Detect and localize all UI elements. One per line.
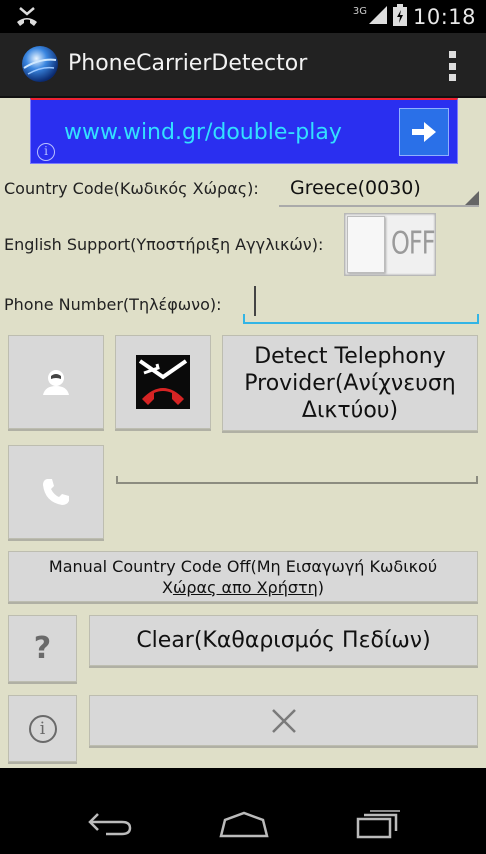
pick-contact-button[interactable] xyxy=(8,335,104,429)
clear-button-label: Clear(Καθαρισμός Πεδίων) xyxy=(136,628,431,653)
status-bar: 3G 10:18 xyxy=(0,0,486,33)
network-type: 3G xyxy=(352,5,367,17)
detect-button-line2: Provider(Ανίχνευση xyxy=(244,370,456,396)
manual-line2-part-a: Χ xyxy=(161,577,173,597)
detect-button-line3: Δικτύου) xyxy=(301,397,399,423)
call-button[interactable] xyxy=(8,445,104,539)
missed-call-icon xyxy=(14,6,40,28)
ad-url-text: www.wind.gr/double-play xyxy=(64,120,342,145)
recent-apps-icon[interactable] xyxy=(348,806,408,842)
country-code-spinner[interactable]: Greece(0030) xyxy=(279,173,479,207)
close-button[interactable] xyxy=(89,695,478,746)
english-support-toggle[interactable]: OFF xyxy=(344,213,436,276)
phone-handset-icon xyxy=(43,479,69,505)
arrow-right-icon[interactable] xyxy=(399,108,449,156)
toggle-state-text: OFF xyxy=(391,224,435,262)
detect-provider-button[interactable]: Detect Telephony Provider(Ανίχνευση Δικτ… xyxy=(222,335,478,431)
phone-number-label: Phone Number(Τηλέφωνο): xyxy=(4,295,222,314)
manual-country-code-button[interactable]: Manual Country Code Off(Μη Εισαγωγή Κωδι… xyxy=(8,551,478,602)
action-bar: PhoneCarrierDetector xyxy=(0,33,486,98)
input-edge-right xyxy=(477,314,479,322)
input-edge-left xyxy=(243,314,245,322)
help-button[interactable]: ? xyxy=(8,615,77,682)
call-reject-icon xyxy=(136,355,190,409)
ad-banner[interactable]: www.wind.gr/double-play i xyxy=(30,98,458,164)
text-caret xyxy=(254,286,256,316)
manual-button-line1: Manual Country Code Off(Μη Εισαγωγή Κωδι… xyxy=(48,556,438,576)
clock: 10:18 xyxy=(412,5,476,29)
result-text-field[interactable] xyxy=(116,476,478,484)
back-icon[interactable] xyxy=(80,806,140,842)
app-globe-icon[interactable] xyxy=(20,44,60,84)
close-x-icon xyxy=(271,708,296,733)
navigation-bar xyxy=(0,768,486,854)
contact-person-icon xyxy=(43,370,69,395)
help-icon: ? xyxy=(33,631,52,666)
call-reject-button[interactable] xyxy=(115,335,211,429)
manual-button-line2: Χώρας απο Χρήστη) xyxy=(162,577,324,598)
phone-number-input[interactable] xyxy=(243,286,479,324)
info-icon: i xyxy=(28,714,57,743)
signal-icon xyxy=(368,6,387,28)
clear-fields-button[interactable]: Clear(Καθαρισμός Πεδίων) xyxy=(89,615,478,666)
app-title: PhoneCarrierDetector xyxy=(68,51,308,76)
detect-button-line1: Detect Telephony xyxy=(254,343,446,369)
manual-line2-part-c: ) xyxy=(317,577,325,597)
status-icons: 3G 10:18 xyxy=(353,4,476,30)
overflow-menu-icon[interactable] xyxy=(448,51,456,81)
home-icon[interactable] xyxy=(214,806,274,842)
english-support-label: English Support(Υποστήριξη Αγγλικών): xyxy=(4,235,324,254)
ad-info-icon[interactable]: i xyxy=(37,143,55,161)
country-code-label: Country Code(Κωδικός Χώρας): xyxy=(4,179,259,198)
toggle-thumb[interactable] xyxy=(347,216,385,273)
main-content: www.wind.gr/double-play i Country Code(Κ… xyxy=(0,98,486,768)
manual-line2-part-b: ώρας απο Χρήστη xyxy=(172,577,318,597)
battery-icon xyxy=(392,4,407,30)
country-code-value: Greece(0030) xyxy=(290,177,421,199)
info-button[interactable]: i xyxy=(8,695,77,762)
dropdown-triangle-icon xyxy=(465,191,479,205)
